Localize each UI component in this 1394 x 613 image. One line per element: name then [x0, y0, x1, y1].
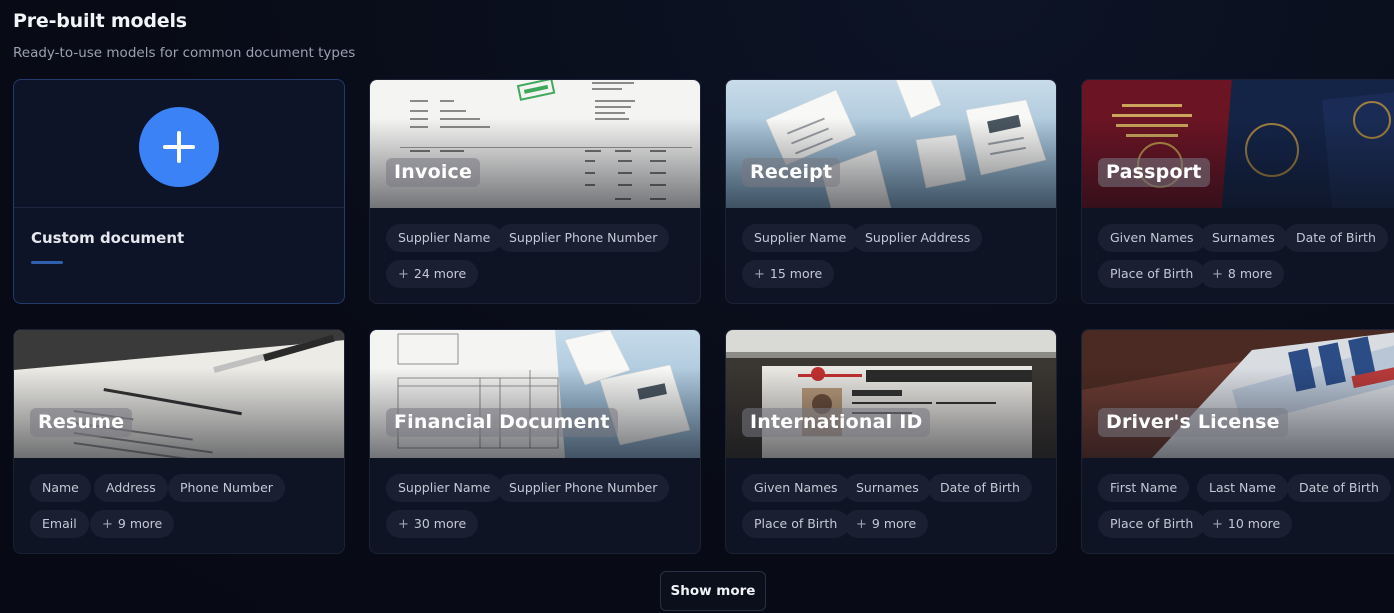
field-tag: Surnames — [1200, 224, 1287, 252]
field-tag: Supplier Phone Number — [497, 224, 670, 252]
model-card-passport[interactable]: Passport Given Names Surnames Date of Bi… — [1081, 79, 1394, 304]
plus-icon: + — [1212, 267, 1223, 282]
more-count: 15 more — [769, 266, 823, 281]
field-tag: Date of Birth — [928, 474, 1032, 502]
field-tag: Place of Birth — [1098, 510, 1206, 538]
model-title: Financial Document — [386, 408, 618, 437]
invoice-thumbnail: Invoice — [370, 80, 700, 208]
field-tag: Supplier Phone Number — [497, 474, 670, 502]
field-tag: Email — [30, 510, 89, 538]
plus-icon: + — [754, 267, 765, 282]
field-tag: Place of Birth — [742, 510, 850, 538]
model-card-receipt[interactable]: Receipt Supplier Name Supplier Address +… — [725, 79, 1057, 304]
plus-icon: + — [398, 267, 409, 282]
model-title: Invoice — [386, 158, 481, 187]
field-tag: Supplier Address — [853, 224, 983, 252]
plus-icon: + — [398, 517, 409, 532]
field-tag: Supplier Name — [386, 224, 503, 252]
page-title: Pre-built models — [13, 10, 187, 32]
page-subtitle: Ready-to-use models for common document … — [13, 45, 356, 61]
model-title: International ID — [742, 408, 931, 437]
model-card-resume[interactable]: Resume Name Address Phone Number Email +… — [13, 329, 345, 554]
model-card-invoice[interactable]: Invoice Supplier Name Supplier Phone Num… — [369, 79, 701, 304]
model-card-drivers-license[interactable]: Driver's License First Name Last Name Da… — [1081, 329, 1394, 554]
field-tag: Supplier Name — [742, 224, 859, 252]
card-divider — [14, 207, 344, 208]
resume-thumbnail: Resume — [14, 330, 344, 458]
more-fields-tag[interactable]: +8 more — [1200, 260, 1285, 288]
more-fields-tag[interactable]: +10 more — [1200, 510, 1293, 538]
more-count: 9 more — [871, 516, 917, 531]
field-tag: Given Names — [1098, 224, 1206, 252]
plus-icon[interactable] — [139, 107, 219, 187]
more-count: 24 more — [413, 266, 467, 281]
receipt-thumbnail: Receipt — [726, 80, 1056, 208]
field-tag: Name — [30, 474, 91, 502]
field-tag: Place of Birth — [1098, 260, 1206, 288]
more-count: 9 more — [117, 516, 163, 531]
field-tag: Surnames — [844, 474, 931, 502]
plus-icon: + — [856, 517, 867, 532]
international-id-thumbnail: International ID — [726, 330, 1056, 458]
field-tag: Phone Number — [168, 474, 285, 502]
more-fields-tag[interactable]: +9 more — [844, 510, 929, 538]
more-count: 8 more — [1227, 266, 1273, 281]
custom-document-card[interactable]: Custom document — [13, 79, 345, 304]
active-indicator — [31, 261, 63, 264]
field-tag: Date of Birth — [1287, 474, 1391, 502]
model-card-financial-document[interactable]: Financial Document Supplier Name Supplie… — [369, 329, 701, 554]
more-fields-tag[interactable]: +24 more — [386, 260, 479, 288]
custom-document-label: Custom document — [31, 229, 185, 247]
field-tag: Supplier Name — [386, 474, 503, 502]
field-tag: Date of Birth — [1284, 224, 1388, 252]
more-fields-tag[interactable]: +30 more — [386, 510, 479, 538]
field-tag: Given Names — [742, 474, 850, 502]
plus-icon: + — [1212, 517, 1223, 532]
passport-thumbnail: Passport — [1082, 80, 1394, 208]
more-count: 30 more — [413, 516, 467, 531]
more-count: 10 more — [1227, 516, 1281, 531]
drivers-license-thumbnail: Driver's License — [1082, 330, 1394, 458]
show-more-button[interactable]: Show more — [660, 571, 766, 611]
model-title: Passport — [1098, 158, 1210, 187]
field-tag: First Name — [1098, 474, 1190, 502]
model-title: Receipt — [742, 158, 841, 187]
model-title: Resume — [30, 408, 133, 437]
more-fields-tag[interactable]: +15 more — [742, 260, 835, 288]
model-card-international-id[interactable]: International ID Given Names Surnames Da… — [725, 329, 1057, 554]
plus-icon: + — [102, 517, 113, 532]
model-title: Driver's License — [1098, 408, 1288, 437]
field-tag: Address — [94, 474, 168, 502]
more-fields-tag[interactable]: +9 more — [90, 510, 175, 538]
financial-document-thumbnail: Financial Document — [370, 330, 700, 458]
field-tag: Last Name — [1197, 474, 1288, 502]
